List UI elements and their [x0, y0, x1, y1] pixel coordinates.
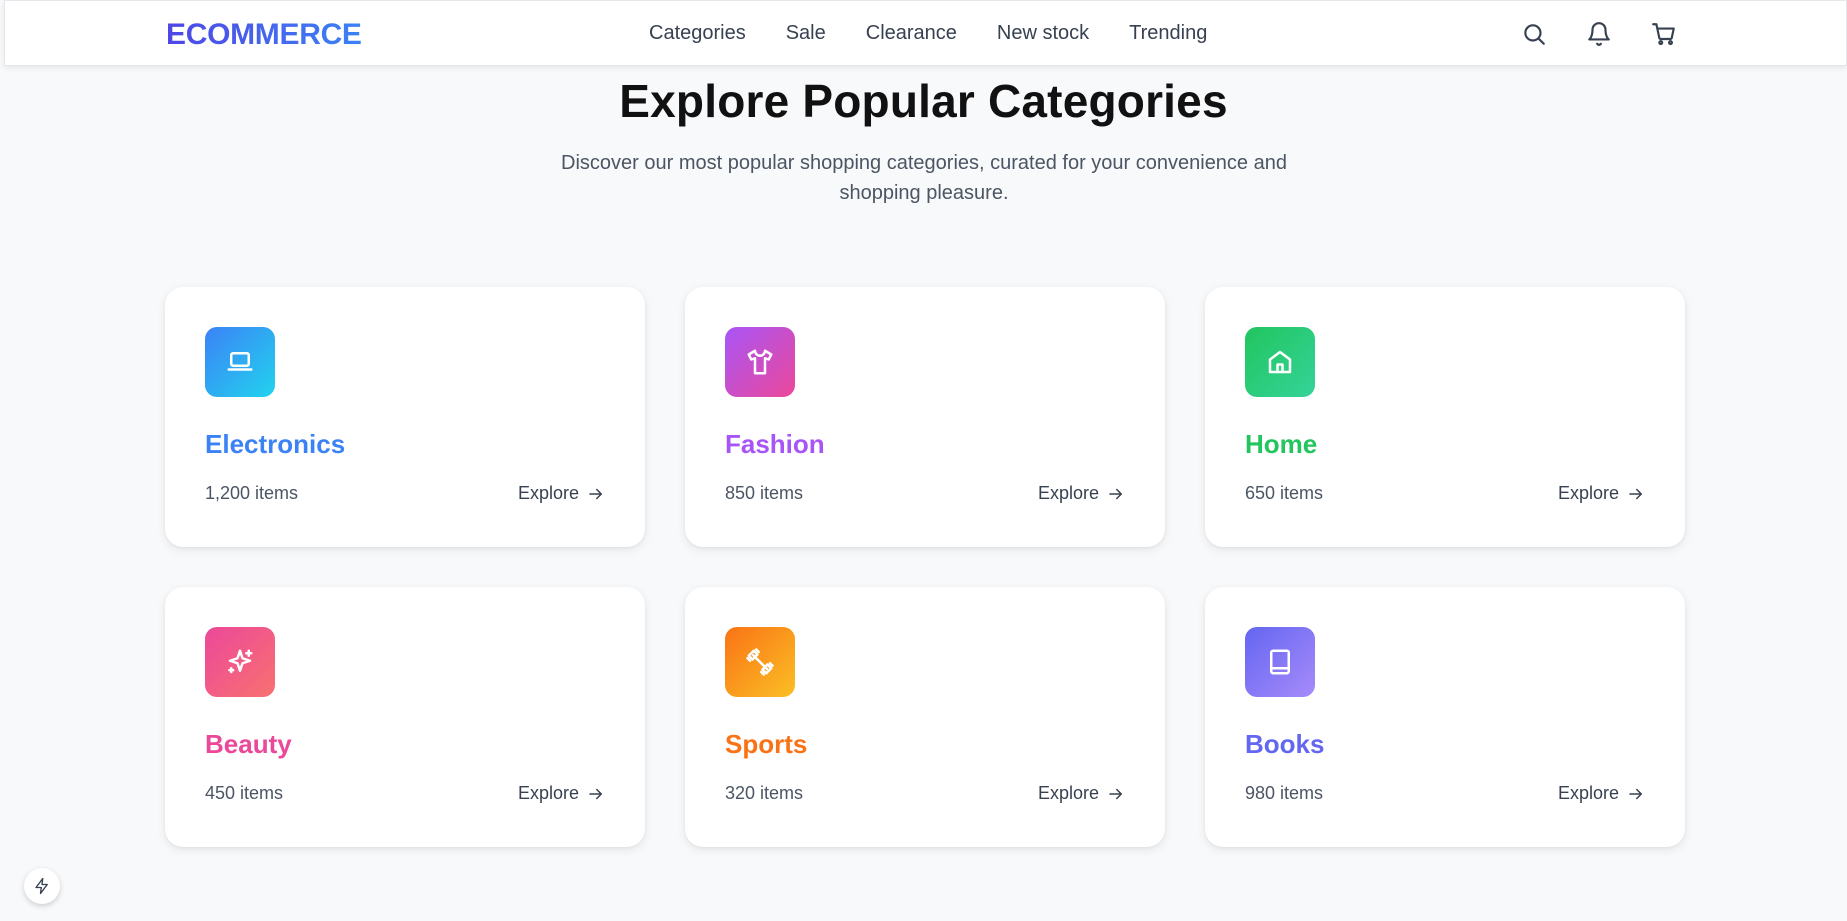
nav-link-clearance[interactable]: Clearance: [866, 22, 957, 45]
explore-link[interactable]: Explore: [1038, 783, 1125, 804]
category-count: 1,200 items: [205, 483, 299, 503]
explore-link[interactable]: Explore: [1038, 483, 1125, 504]
arrow-right-icon: [1109, 788, 1122, 799]
category-count: 850 items: [725, 483, 804, 503]
explore-link[interactable]: Explore: [518, 483, 605, 504]
explore-label: Explore: [1037, 483, 1099, 503]
category-count: 980 items: [1245, 783, 1324, 803]
bell-icon[interactable]: [1586, 21, 1612, 47]
arrow-right-icon: [589, 488, 602, 499]
shirt-icon: [725, 327, 795, 397]
sparkles-icon: [205, 627, 275, 697]
laptop-icon: [205, 327, 275, 397]
nav-link-sale[interactable]: Sale: [786, 22, 826, 45]
top-navbar: ECOMMERCE Categories Sale Clearance New …: [4, 0, 1847, 66]
category-title: Sports: [725, 729, 808, 759]
explore-link[interactable]: Explore: [1558, 783, 1645, 804]
category-card-books[interactable]: Books 980 items Explore: [1205, 587, 1685, 847]
category-count: 650 items: [1245, 483, 1324, 503]
search-icon[interactable]: [1521, 21, 1547, 47]
category-title: Fashion: [725, 429, 825, 459]
nav-link-new-stock[interactable]: New stock: [997, 22, 1089, 45]
dumbbell-icon: [725, 627, 795, 697]
category-card-beauty[interactable]: Beauty 450 items Explore: [165, 587, 645, 847]
page-title: Explore Popular Categories: [619, 75, 1228, 127]
bolt-button[interactable]: [24, 868, 60, 904]
bolt-icon: [35, 877, 48, 895]
explore-link[interactable]: Explore: [518, 783, 605, 804]
category-card-sports[interactable]: Sports 320 items Explore: [685, 587, 1165, 847]
category-title: Beauty: [205, 729, 292, 759]
category-count: 320 items: [725, 783, 804, 803]
explore-label: Explore: [517, 483, 579, 503]
category-card-home[interactable]: Home 650 items Explore: [1205, 287, 1685, 547]
arrow-right-icon: [1109, 488, 1122, 499]
arrow-right-icon: [1629, 788, 1642, 799]
book-icon: [1245, 627, 1315, 697]
category-title: Home: [1245, 429, 1318, 459]
category-card-fashion[interactable]: Fashion 850 items Explore: [685, 287, 1165, 547]
arrow-right-icon: [1629, 488, 1642, 499]
category-count: 450 items: [205, 783, 284, 803]
nav-links: Categories Sale Clearance New stock Tren…: [649, 22, 1207, 45]
arrow-right-icon: [589, 788, 602, 799]
nav-link-trending[interactable]: Trending: [1129, 22, 1207, 45]
explore-label: Explore: [1557, 483, 1619, 503]
nav-link-categories[interactable]: Categories: [649, 22, 746, 45]
page-subtitle: Discover our most popular shopping categ…: [561, 152, 1287, 204]
explore-label: Explore: [1037, 783, 1099, 803]
category-title: Books: [1245, 729, 1325, 759]
category-card-electronics[interactable]: Electronics 1,200 items Explore: [165, 287, 645, 547]
cart-icon[interactable]: [1651, 21, 1677, 47]
explore-label: Explore: [517, 783, 579, 803]
explore-label: Explore: [1557, 783, 1619, 803]
home-icon: [1245, 327, 1315, 397]
category-title: Electronics: [205, 429, 346, 459]
logo[interactable]: ECOMMERCE: [166, 18, 362, 52]
explore-link[interactable]: Explore: [1558, 483, 1645, 504]
